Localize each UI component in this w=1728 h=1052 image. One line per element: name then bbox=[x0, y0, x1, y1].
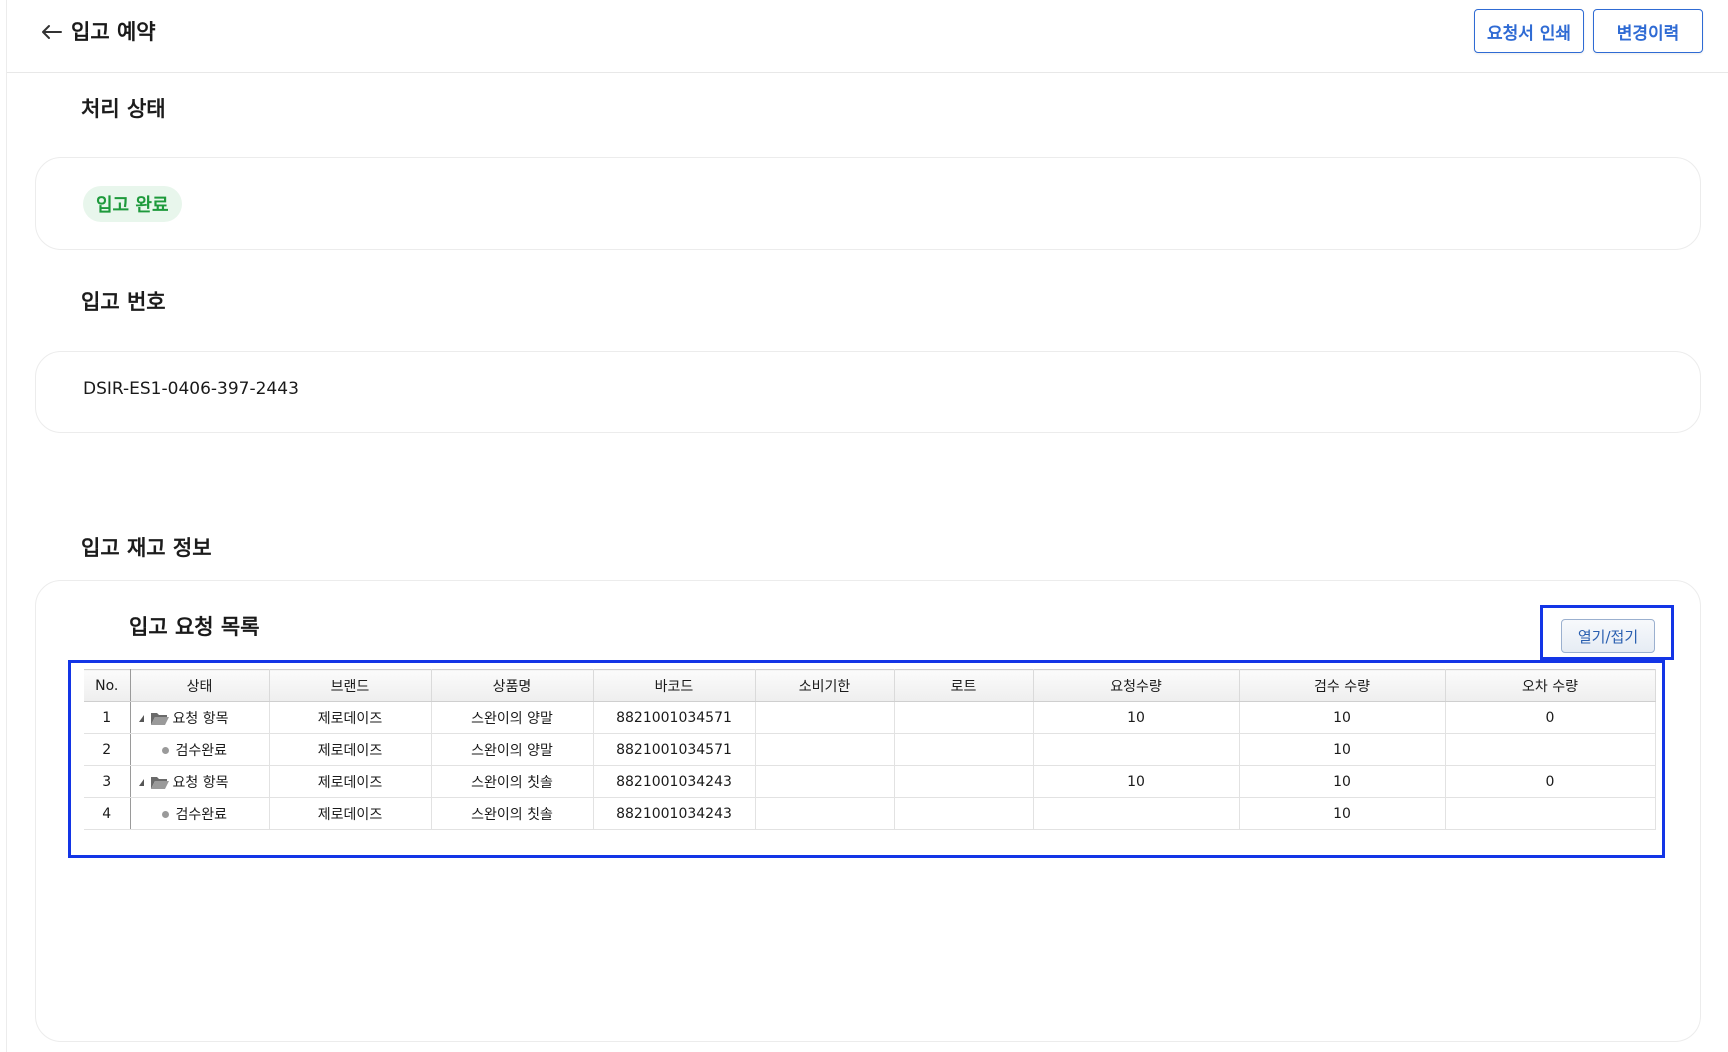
back-arrow-icon[interactable] bbox=[37, 18, 65, 46]
leaf-dot-icon bbox=[161, 811, 169, 818]
table-row[interactable]: 3 요청 항목 제로데이즈 스완이의 칫솔 8821001034243 10 1… bbox=[84, 765, 1656, 798]
cell-expiry bbox=[755, 701, 895, 734]
column-header-brand[interactable]: 브랜드 bbox=[269, 669, 432, 702]
status-label: 검수완료 bbox=[175, 742, 228, 759]
table-row[interactable]: 1 요청 항목 제로데이즈 스완이의 양말 8821001034571 10 1… bbox=[84, 701, 1656, 734]
expand-triangle-icon[interactable] bbox=[138, 779, 144, 786]
page-header: 입고 예약 요청서 인쇄 변경이력 bbox=[7, 0, 1728, 73]
cell-expiry bbox=[755, 733, 895, 766]
table-row[interactable]: 4 검수완료 제로데이즈 스완이의 칫솔 8821001034243 10 bbox=[84, 797, 1656, 830]
inbound-number-value: DSIR-ES1-0406-397-2443 bbox=[83, 379, 299, 399]
open-folder-icon bbox=[150, 713, 169, 725]
cell-no: 1 bbox=[84, 701, 131, 734]
table-row[interactable]: 2 검수완료 제로데이즈 스완이의 양말 8821001034571 10 bbox=[84, 733, 1656, 766]
cell-barcode: 8821001034571 bbox=[593, 701, 756, 734]
cell-no: 4 bbox=[84, 797, 131, 830]
cell-lot bbox=[894, 733, 1034, 766]
cell-inspected-qty: 10 bbox=[1239, 765, 1446, 798]
column-header-no[interactable]: No. bbox=[84, 669, 131, 702]
number-section-title: 입고 번호 bbox=[81, 290, 166, 314]
status-label: 요청 항목 bbox=[172, 710, 229, 727]
request-list-title: 입고 요청 목록 bbox=[129, 615, 260, 639]
column-header-status[interactable]: 상태 bbox=[130, 669, 270, 702]
cell-brand: 제로데이즈 bbox=[269, 765, 432, 798]
cell-product: 스완이의 양말 bbox=[431, 701, 594, 734]
status-card: 입고 완료 bbox=[35, 157, 1701, 250]
cell-diff-qty bbox=[1445, 797, 1656, 830]
cell-status: 요청 항목 bbox=[130, 701, 270, 734]
cell-requested-qty: 10 bbox=[1033, 701, 1240, 734]
status-section-title: 처리 상태 bbox=[81, 97, 166, 121]
column-header-requested-qty[interactable]: 요청수량 bbox=[1033, 669, 1240, 702]
status-label: 검수완료 bbox=[175, 806, 228, 823]
print-request-button[interactable]: 요청서 인쇄 bbox=[1474, 9, 1584, 53]
status-badge: 입고 완료 bbox=[83, 186, 182, 222]
cell-product: 스완이의 양말 bbox=[431, 733, 594, 766]
cell-diff-qty: 0 bbox=[1445, 765, 1656, 798]
cell-status: 요청 항목 bbox=[130, 765, 270, 798]
cell-inspected-qty: 10 bbox=[1239, 797, 1446, 830]
open-folder-icon bbox=[150, 777, 169, 789]
column-header-lot[interactable]: 로트 bbox=[894, 669, 1034, 702]
cell-diff-qty bbox=[1445, 733, 1656, 766]
cell-status: 검수완료 bbox=[130, 797, 270, 830]
cell-product: 스완이의 칫솔 bbox=[431, 797, 594, 830]
cell-product: 스완이의 칫솔 bbox=[431, 765, 594, 798]
toggle-highlight-frame: 열기/접기 bbox=[1540, 605, 1674, 660]
cell-barcode: 8821001034243 bbox=[593, 797, 756, 830]
cell-requested-qty bbox=[1033, 797, 1240, 830]
cell-requested-qty: 10 bbox=[1033, 765, 1240, 798]
cell-inspected-qty: 10 bbox=[1239, 701, 1446, 734]
leaf-dot-icon bbox=[161, 747, 169, 754]
cell-inspected-qty: 10 bbox=[1239, 733, 1446, 766]
cell-brand: 제로데이즈 bbox=[269, 701, 432, 734]
change-history-button[interactable]: 변경이력 bbox=[1593, 9, 1703, 53]
cell-lot bbox=[894, 765, 1034, 798]
inbound-number-card: DSIR-ES1-0406-397-2443 bbox=[35, 351, 1701, 433]
cell-no: 3 bbox=[84, 765, 131, 798]
cell-requested-qty bbox=[1033, 733, 1240, 766]
expand-triangle-icon[interactable] bbox=[138, 715, 144, 722]
cell-expiry bbox=[755, 765, 895, 798]
grid-header-row: No. 상태 브랜드 상품명 바코드 소비기한 로트 요청수량 검수 수량 오차… bbox=[84, 669, 1656, 702]
cell-diff-qty: 0 bbox=[1445, 701, 1656, 734]
cell-brand: 제로데이즈 bbox=[269, 797, 432, 830]
column-header-expiry[interactable]: 소비기한 bbox=[755, 669, 895, 702]
cell-status: 검수완료 bbox=[130, 733, 270, 766]
grid-highlight-frame: No. 상태 브랜드 상품명 바코드 소비기한 로트 요청수량 검수 수량 오차… bbox=[68, 660, 1665, 858]
column-header-diff-qty[interactable]: 오차 수량 bbox=[1445, 669, 1656, 702]
cell-barcode: 8821001034243 bbox=[593, 765, 756, 798]
cell-brand: 제로데이즈 bbox=[269, 733, 432, 766]
cell-no: 2 bbox=[84, 733, 131, 766]
column-header-product[interactable]: 상품명 bbox=[431, 669, 594, 702]
left-border bbox=[6, 0, 7, 1052]
status-label: 요청 항목 bbox=[172, 774, 229, 791]
request-grid: No. 상태 브랜드 상품명 바코드 소비기한 로트 요청수량 검수 수량 오차… bbox=[84, 669, 1656, 830]
column-header-barcode[interactable]: 바코드 bbox=[593, 669, 756, 702]
cell-expiry bbox=[755, 797, 895, 830]
page-title: 입고 예약 bbox=[71, 20, 156, 44]
expand-collapse-button[interactable]: 열기/접기 bbox=[1561, 619, 1655, 653]
column-header-inspected-qty[interactable]: 검수 수량 bbox=[1239, 669, 1446, 702]
cell-lot bbox=[894, 797, 1034, 830]
cell-barcode: 8821001034571 bbox=[593, 733, 756, 766]
stock-section-title: 입고 재고 정보 bbox=[81, 536, 212, 560]
cell-lot bbox=[894, 701, 1034, 734]
